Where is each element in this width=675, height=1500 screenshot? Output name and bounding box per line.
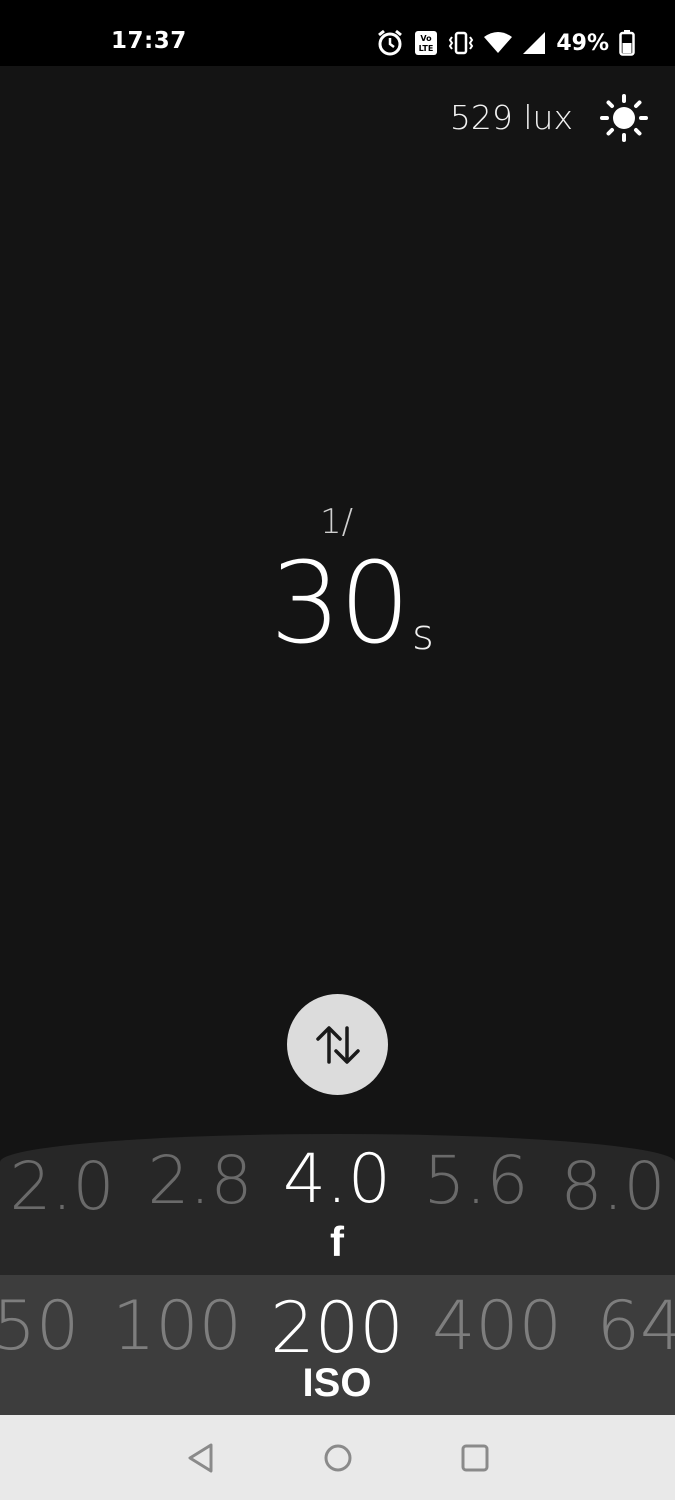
recents-icon[interactable] <box>458 1441 492 1475</box>
shutter-unit: s <box>412 610 434 659</box>
iso-option[interactable]: 100 <box>112 1287 242 1366</box>
iso-option[interactable]: 400 <box>432 1287 562 1366</box>
aperture-option[interactable]: 2.8 <box>148 1142 253 1219</box>
svg-text:Vo: Vo <box>421 34 433 43</box>
nav-bar <box>0 1415 675 1500</box>
lux-reading: 529 lux <box>449 98 573 137</box>
iso-option[interactable]: 64 <box>597 1287 675 1366</box>
iso-option[interactable]: 50 <box>0 1287 79 1366</box>
status-bar: 17:37 Vo LTE 49% <box>0 0 675 66</box>
swap-vertical-icon <box>315 1025 360 1064</box>
wifi-icon <box>484 32 513 53</box>
aperture-option[interactable]: 2.0 <box>10 1148 115 1225</box>
battery-icon <box>619 30 635 56</box>
alarm-icon <box>378 29 403 56</box>
vibrate-icon <box>449 31 474 55</box>
signal-icon <box>523 32 546 54</box>
aperture-dial[interactable]: 2.0 2.8 4.0 5.6 8.0 f <box>0 1134 675 1275</box>
aperture-label: f <box>330 1218 344 1265</box>
back-icon[interactable] <box>184 1441 218 1475</box>
iso-label: ISO <box>302 1361 372 1405</box>
shutter-value: 30 <box>270 539 411 669</box>
aperture-option[interactable]: 5.6 <box>424 1142 529 1219</box>
iso-dial[interactable]: 50 100 200 400 64 ISO <box>0 1275 675 1415</box>
swap-button[interactable] <box>287 994 388 1095</box>
aperture-option[interactable]: 8.0 <box>561 1148 666 1225</box>
iso-selected[interactable]: 200 <box>270 1287 404 1369</box>
svg-text:LTE: LTE <box>419 44 434 53</box>
status-time: 17:37 <box>111 28 187 54</box>
battery-percent: 49% <box>556 30 609 56</box>
volte-icon: Vo LTE <box>415 31 438 55</box>
status-icons: Vo LTE 49% <box>376 28 635 58</box>
home-icon[interactable] <box>321 1441 355 1475</box>
aperture-selected[interactable]: 4.0 <box>283 1140 391 1219</box>
sun-icon[interactable] <box>600 94 648 142</box>
shutter-prefix: 1/ <box>320 502 354 542</box>
